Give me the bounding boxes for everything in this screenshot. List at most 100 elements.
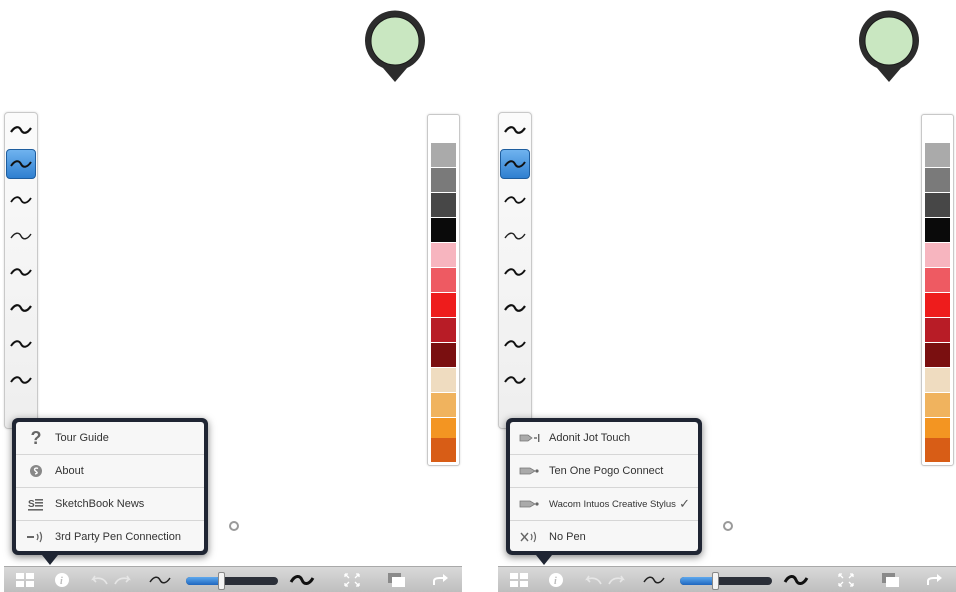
color-puck[interactable] <box>363 8 427 84</box>
brush-8[interactable] <box>6 365 36 395</box>
menu-item-tour-guide[interactable]: ? Tour Guide <box>16 422 204 455</box>
fullscreen-icon[interactable] <box>836 570 856 590</box>
color-swatch[interactable] <box>925 293 950 317</box>
slider-knob[interactable] <box>711 572 719 590</box>
brush-4[interactable] <box>6 221 36 251</box>
svg-text:S: S <box>28 499 35 510</box>
canvas-marker-dot <box>229 521 239 531</box>
layers-icon[interactable] <box>880 570 902 590</box>
color-swatch[interactable] <box>431 143 456 167</box>
color-swatch[interactable] <box>431 438 456 462</box>
color-swatch[interactable] <box>431 218 456 242</box>
menu-item-adonit-jot-touch[interactable]: Adonit Jot Touch <box>510 422 698 455</box>
color-swatch[interactable] <box>431 368 456 392</box>
menu-item-about[interactable]: About <box>16 455 204 488</box>
help-menu-popover: ? Tour Guide About S SketchBook News 3rd… <box>12 418 208 555</box>
color-puck[interactable] <box>857 8 921 84</box>
color-swatch[interactable] <box>925 318 950 342</box>
bottom-toolbar: i <box>4 566 462 592</box>
color-swatch[interactable] <box>431 343 456 367</box>
brush-6[interactable] <box>500 293 530 323</box>
color-swatch[interactable] <box>925 243 950 267</box>
info-icon[interactable]: i <box>52 570 72 590</box>
color-swatch[interactable] <box>431 268 456 292</box>
layers-icon[interactable] <box>386 570 408 590</box>
bottom-toolbar: i <box>498 566 956 592</box>
color-swatch[interactable] <box>431 168 456 192</box>
brush-size-slider[interactable] <box>680 572 772 590</box>
brush-5[interactable] <box>6 257 36 287</box>
stylus-icon <box>519 433 541 443</box>
menu-item-no-pen[interactable]: No Pen <box>510 521 698 551</box>
brush-7[interactable] <box>500 329 530 359</box>
menu-item-label: About <box>55 465 84 477</box>
pen-connection-icon <box>25 531 47 543</box>
brush-3[interactable] <box>6 185 36 215</box>
brush-7[interactable] <box>6 329 36 359</box>
redo-icon[interactable] <box>112 570 134 590</box>
grid-icon[interactable] <box>14 570 36 590</box>
color-swatch[interactable] <box>431 318 456 342</box>
tilde-stroke-icon <box>504 376 526 384</box>
color-swatch[interactable] <box>925 193 950 217</box>
menu-item-label: No Pen <box>549 531 586 543</box>
color-swatch[interactable] <box>925 168 950 192</box>
color-swatch[interactable] <box>925 393 950 417</box>
brush-2-selected[interactable] <box>500 149 530 179</box>
menu-item-3rd-party-pen[interactable]: 3rd Party Pen Connection <box>16 521 204 551</box>
tilde-stroke-icon <box>504 304 526 312</box>
color-swatch[interactable] <box>431 293 456 317</box>
sketch-canvas-left[interactable]: ? Tour Guide About S SketchBook News 3rd… <box>0 0 466 592</box>
undo-icon[interactable] <box>88 570 110 590</box>
canvas-marker-dot <box>723 521 733 531</box>
color-swatch[interactable] <box>431 118 456 142</box>
brush-2-selected[interactable] <box>6 149 36 179</box>
color-swatch[interactable] <box>925 218 950 242</box>
color-swatch[interactable] <box>431 393 456 417</box>
brush-8[interactable] <box>500 365 530 395</box>
color-swatch[interactable] <box>925 143 950 167</box>
stylus-icon <box>519 466 541 476</box>
menu-item-ten-one-pogo-connect[interactable]: Ten One Pogo Connect <box>510 455 698 488</box>
question-icon: ? <box>30 427 42 448</box>
menu-item-label: Adonit Jot Touch <box>549 432 631 444</box>
tilde-stroke-icon <box>504 232 526 240</box>
share-icon[interactable] <box>430 570 452 590</box>
brush-3[interactable] <box>500 185 530 215</box>
share-icon[interactable] <box>924 570 946 590</box>
color-swatch[interactable] <box>925 343 950 367</box>
fullscreen-icon[interactable] <box>342 570 362 590</box>
info-icon[interactable]: i <box>546 570 566 590</box>
menu-item-label: Wacom Intuos Creative Stylus <box>549 498 676 510</box>
tilde-stroke-icon <box>10 232 32 240</box>
tilde-stroke-icon <box>504 268 526 276</box>
brush-6[interactable] <box>6 293 36 323</box>
color-swatch[interactable] <box>925 268 950 292</box>
brush-size-slider[interactable] <box>186 572 278 590</box>
tilde-stroke-icon <box>504 126 526 134</box>
brush-5[interactable] <box>500 257 530 287</box>
sketchbook-logo-icon <box>25 464 47 478</box>
grid-icon[interactable] <box>508 570 530 590</box>
brush-1[interactable] <box>6 115 36 145</box>
brush-1[interactable] <box>500 115 530 145</box>
menu-item-label: SketchBook News <box>55 498 145 510</box>
redo-icon[interactable] <box>606 570 628 590</box>
brush-4[interactable] <box>500 221 530 251</box>
color-swatch[interactable] <box>925 438 950 462</box>
color-swatch[interactable] <box>925 118 950 142</box>
color-swatch[interactable] <box>431 193 456 217</box>
sketch-canvas-right[interactable]: Adonit Jot Touch Ten One Pogo Connect Wa… <box>494 0 956 592</box>
menu-item-sketchbook-news[interactable]: S SketchBook News <box>16 488 204 521</box>
undo-icon[interactable] <box>582 570 604 590</box>
brush-palette <box>4 112 38 429</box>
tilde-stroke-icon <box>10 304 32 312</box>
menu-item-wacom-intuos-creative-stylus[interactable]: Wacom Intuos Creative Stylus ✓ <box>510 488 698 521</box>
stylus-icon <box>519 499 541 509</box>
tilde-stroke-icon <box>10 376 32 384</box>
slider-fill <box>186 577 221 585</box>
slider-knob[interactable] <box>217 572 225 590</box>
color-swatch[interactable] <box>925 368 950 392</box>
color-swatch[interactable] <box>431 243 456 267</box>
tilde-stroke-icon <box>504 196 526 204</box>
